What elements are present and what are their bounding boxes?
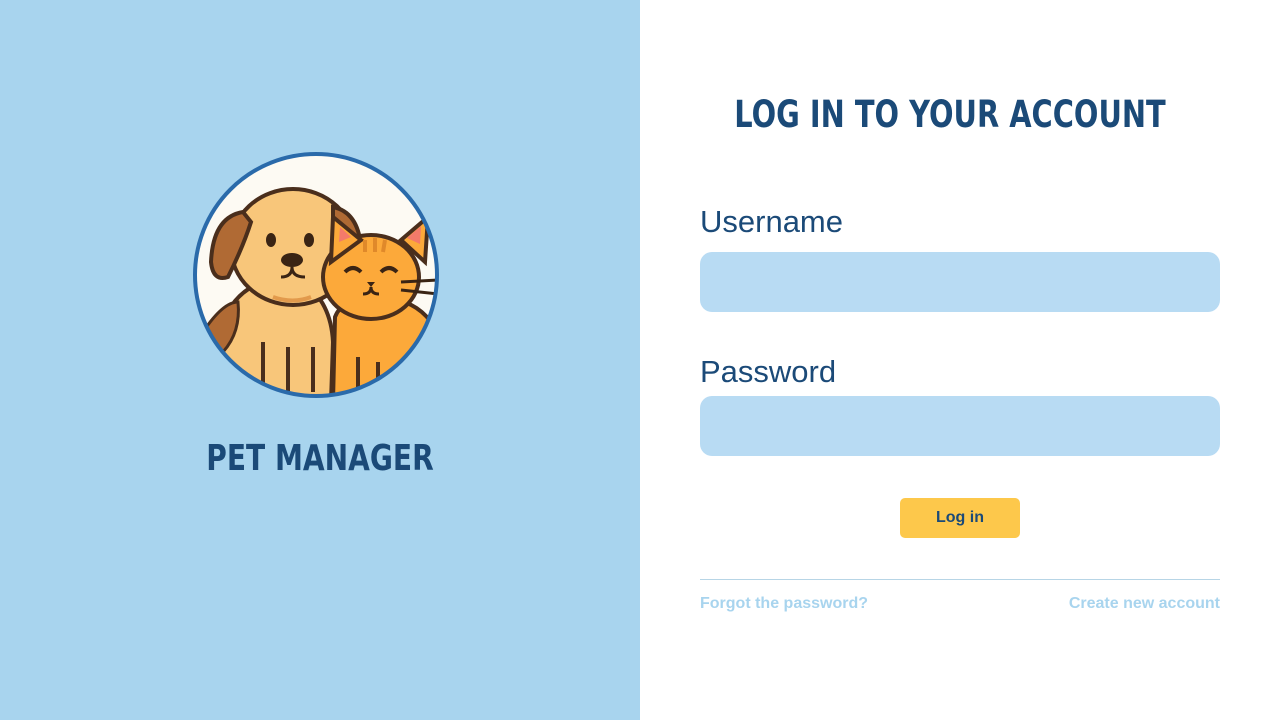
forgot-password-link[interactable]: Forgot the password? <box>700 595 868 613</box>
divider <box>700 579 1220 580</box>
login-heading: LOG IN TO YOUR ACCOUNT <box>734 93 1166 136</box>
login-button[interactable]: Log in <box>900 498 1020 538</box>
password-label: Password <box>700 354 837 389</box>
brand-title: PET MANAGER <box>206 438 434 479</box>
username-label: Username <box>700 204 843 239</box>
login-panel: LOG IN TO YOUR ACCOUNT Username Password… <box>640 0 1280 720</box>
dog-and-cat-logo-icon <box>193 152 439 398</box>
password-input[interactable] <box>700 396 1220 456</box>
create-account-link[interactable]: Create new account <box>1069 595 1220 613</box>
brand-panel: PET MANAGER <box>0 0 640 720</box>
username-input[interactable] <box>700 252 1220 312</box>
